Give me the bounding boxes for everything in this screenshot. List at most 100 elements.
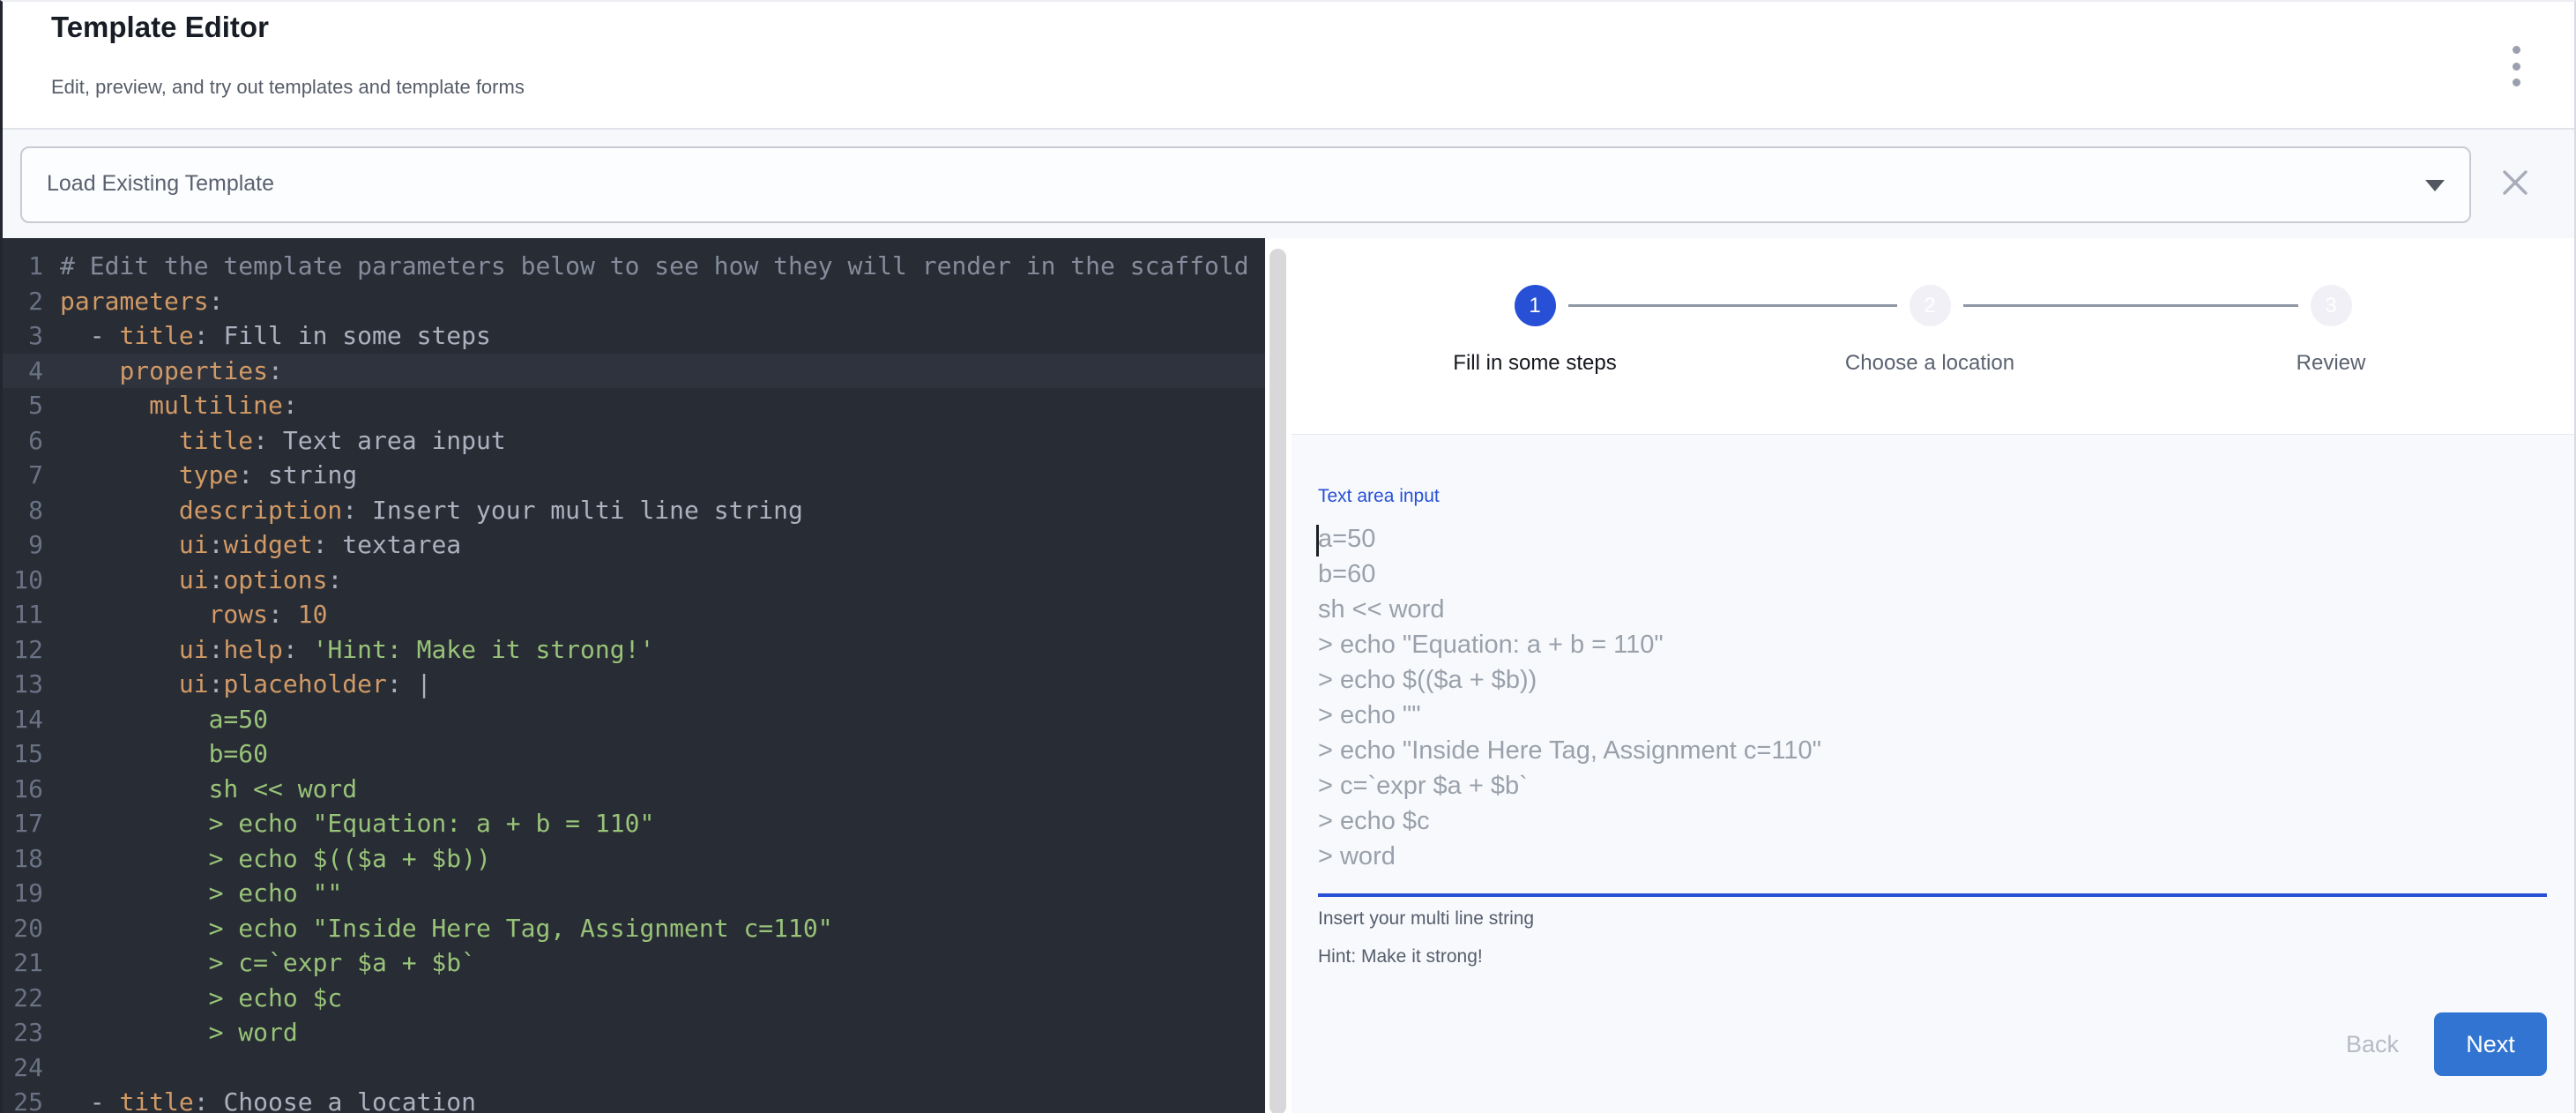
kebab-dot bbox=[2513, 78, 2520, 86]
code-line[interactable]: 5 multiline: bbox=[3, 388, 1265, 423]
code-line[interactable]: 22 > echo $c bbox=[3, 981, 1265, 1016]
close-icon bbox=[2501, 168, 2529, 197]
load-template-bar: Load Existing Template bbox=[3, 130, 2574, 238]
code-line[interactable]: 8 description: Insert your multi line st… bbox=[3, 493, 1265, 528]
step-label-2: Choose a location bbox=[1736, 351, 2124, 376]
kebab-dot bbox=[2513, 46, 2520, 54]
code-line[interactable]: 12 ui:help: 'Hint: Make it strong!' bbox=[3, 632, 1265, 668]
text-cursor bbox=[1316, 525, 1319, 556]
line-number: 19 bbox=[3, 876, 50, 911]
code-line[interactable]: 25 - title: Choose a location bbox=[3, 1085, 1265, 1113]
caret-down-icon bbox=[2425, 180, 2445, 191]
code-text: # Edit the template parameters below to … bbox=[50, 249, 1249, 284]
field-help-text: Hint: Make it strong! bbox=[1318, 946, 1483, 967]
code-text: > c=`expr $a + $b` bbox=[50, 945, 476, 981]
line-number: 4 bbox=[3, 354, 50, 389]
code-line[interactable]: 15 b=60 bbox=[3, 736, 1265, 772]
line-number: 9 bbox=[3, 527, 50, 563]
load-existing-template-select[interactable]: Load Existing Template bbox=[20, 146, 2471, 223]
code-text: ui:help: 'Hint: Make it strong!' bbox=[50, 632, 654, 668]
line-number: 17 bbox=[3, 806, 50, 841]
pane-resize-handle[interactable] bbox=[1269, 249, 1286, 1113]
code-editor-lines: 1# Edit the template parameters below to… bbox=[3, 238, 1265, 1113]
code-line[interactable]: 14 a=50 bbox=[3, 702, 1265, 737]
code-text: b=60 bbox=[50, 736, 268, 772]
line-number: 15 bbox=[3, 736, 50, 772]
code-line[interactable]: 10 ui:options: bbox=[3, 563, 1265, 598]
code-text: > word bbox=[50, 1015, 298, 1050]
code-line[interactable]: 11 rows: 10 bbox=[3, 597, 1265, 632]
line-number: 6 bbox=[3, 423, 50, 459]
code-text: properties: bbox=[50, 354, 283, 389]
page-subtitle: Edit, preview, and try out templates and… bbox=[51, 76, 525, 99]
page-title: Template Editor bbox=[51, 11, 269, 44]
step-indicator-2[interactable]: 2 bbox=[1910, 285, 1951, 326]
line-number: 12 bbox=[3, 632, 50, 668]
code-line[interactable]: 16 sh << word bbox=[3, 772, 1265, 807]
line-number: 7 bbox=[3, 458, 50, 493]
code-line[interactable]: 2parameters: bbox=[3, 284, 1265, 319]
code-line[interactable]: 3 - title: Fill in some steps bbox=[3, 318, 1265, 354]
code-text: - title: Fill in some steps bbox=[50, 318, 491, 354]
line-number: 5 bbox=[3, 388, 50, 423]
line-number: 1 bbox=[3, 249, 50, 284]
code-line[interactable]: 21 > c=`expr $a + $b` bbox=[3, 945, 1265, 981]
code-line[interactable]: 24 bbox=[3, 1050, 1265, 1086]
step-form: Text area input a=50 b=60 sh << word > e… bbox=[1292, 434, 2576, 1113]
form-actions: Back Next bbox=[2334, 1012, 2547, 1076]
code-text: sh << word bbox=[50, 772, 357, 807]
code-line[interactable]: 7 type: string bbox=[3, 458, 1265, 493]
line-number: 3 bbox=[3, 318, 50, 354]
code-text: title: Text area input bbox=[50, 423, 506, 459]
code-line[interactable]: 23 > word bbox=[3, 1015, 1265, 1050]
code-text: description: Insert your multi line stri… bbox=[50, 493, 803, 528]
code-text: > echo $c bbox=[50, 981, 342, 1016]
line-number: 11 bbox=[3, 597, 50, 632]
line-number: 16 bbox=[3, 772, 50, 807]
textarea-focus-underline bbox=[1318, 893, 2547, 897]
code-editor[interactable]: 1# Edit the template parameters below to… bbox=[3, 238, 1265, 1113]
line-number: 24 bbox=[3, 1050, 50, 1086]
line-number: 23 bbox=[3, 1015, 50, 1050]
template-preview-panel: 1Fill in some steps2Choose a location3Re… bbox=[1292, 238, 2576, 1113]
multiline-textarea[interactable]: a=50 b=60 sh << word > echo "Equation: a… bbox=[1318, 521, 2547, 878]
line-number: 13 bbox=[3, 667, 50, 702]
template-editor-window: Template Editor Edit, preview, and try o… bbox=[0, 0, 2576, 1113]
code-line[interactable]: 17 > echo "Equation: a + b = 110" bbox=[3, 806, 1265, 841]
line-number: 20 bbox=[3, 911, 50, 946]
code-line[interactable]: 19 > echo "" bbox=[3, 876, 1265, 911]
step-connector bbox=[1568, 304, 1897, 307]
pane-divider bbox=[1265, 238, 1292, 1113]
code-text: > echo "Equation: a + b = 110" bbox=[50, 806, 654, 841]
back-button[interactable]: Back bbox=[2334, 1015, 2411, 1074]
kebab-menu-button[interactable] bbox=[2505, 46, 2528, 86]
field-label: Text area input bbox=[1318, 486, 1440, 507]
code-line[interactable]: 6 title: Text area input bbox=[3, 423, 1265, 459]
line-number: 8 bbox=[3, 493, 50, 528]
line-number: 14 bbox=[3, 702, 50, 737]
clear-selection-button[interactable] bbox=[2501, 168, 2529, 197]
next-button[interactable]: Next bbox=[2434, 1012, 2547, 1076]
code-text: > echo $(($a + $b)) bbox=[50, 841, 491, 877]
code-text: ui:placeholder: | bbox=[50, 667, 431, 702]
step-connector bbox=[1963, 304, 2298, 307]
load-existing-template-value: Load Existing Template bbox=[47, 171, 274, 197]
line-number: 2 bbox=[3, 284, 50, 319]
code-line[interactable]: 4 properties: bbox=[3, 354, 1265, 389]
line-number: 22 bbox=[3, 981, 50, 1016]
code-line[interactable]: 20 > echo "Inside Here Tag, Assignment c… bbox=[3, 911, 1265, 946]
step-label-3: Review bbox=[2137, 351, 2525, 376]
code-text: ui:options: bbox=[50, 563, 342, 598]
step-indicator-3[interactable]: 3 bbox=[2311, 285, 2352, 326]
code-text: a=50 bbox=[50, 702, 268, 737]
code-text: parameters: bbox=[50, 284, 223, 319]
code-text: ui:widget: textarea bbox=[50, 527, 461, 563]
code-text: multiline: bbox=[50, 388, 298, 423]
code-line[interactable]: 18 > echo $(($a + $b)) bbox=[3, 841, 1265, 877]
step-indicator-1[interactable]: 1 bbox=[1515, 285, 1556, 326]
code-text bbox=[50, 1050, 60, 1086]
code-text: type: string bbox=[50, 458, 357, 493]
code-line[interactable]: 13 ui:placeholder: | bbox=[3, 667, 1265, 702]
code-line[interactable]: 1# Edit the template parameters below to… bbox=[3, 249, 1265, 284]
code-line[interactable]: 9 ui:widget: textarea bbox=[3, 527, 1265, 563]
